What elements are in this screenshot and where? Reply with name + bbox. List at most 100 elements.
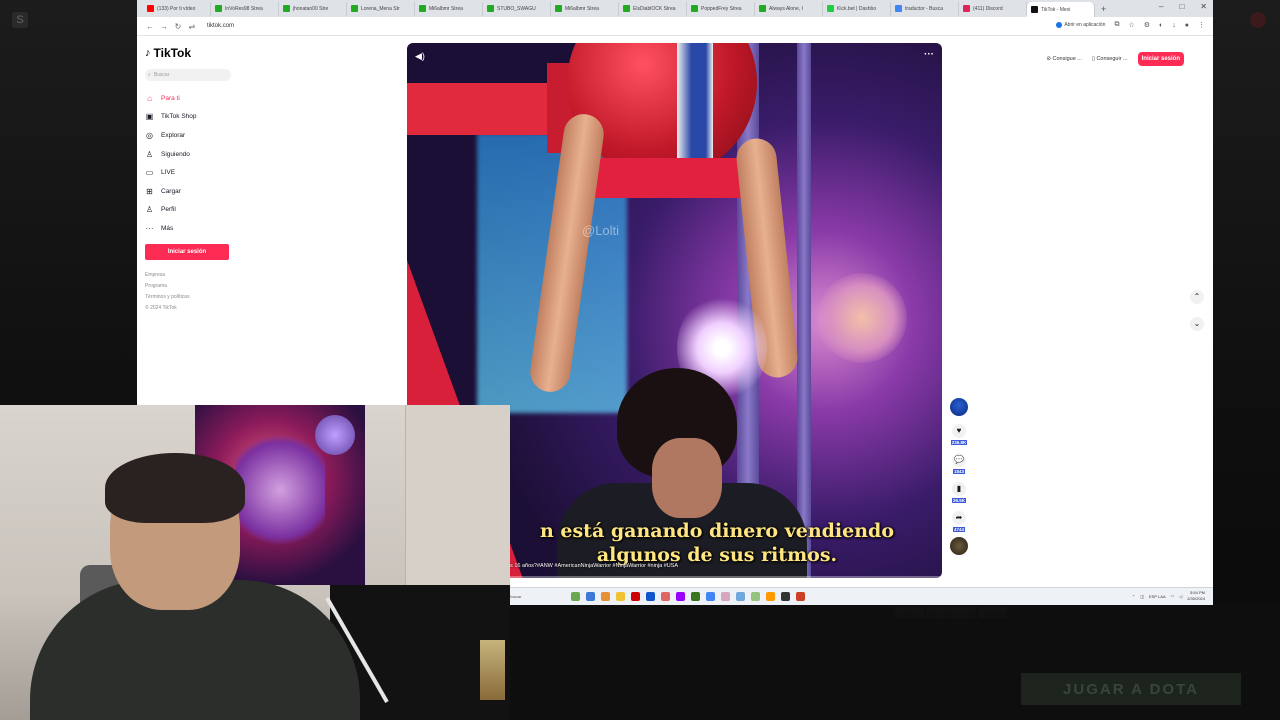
minimize-button[interactable]: – (1159, 2, 1163, 11)
bookmark-icon[interactable]: ▮ (952, 482, 966, 496)
footer-link-terms[interactable]: Términos y políticas (145, 292, 240, 303)
site-info-icon[interactable]: ⇌ (185, 22, 199, 31)
extensions-icon[interactable]: ⚙ (1144, 21, 1150, 29)
top-login-button[interactable]: Iniciar sesión (1137, 52, 1184, 66)
bookmark-star-icon[interactable]: ☆ (1128, 21, 1134, 29)
sync-icon[interactable]: ◐ (1159, 22, 1163, 29)
wifi-icon[interactable]: ◠ (1171, 594, 1175, 599)
top-actions: ⊘ Consigue ... ▯ Conseguir ... Iniciar s… (1046, 52, 1184, 66)
tiktok-logo[interactable]: ♪ TikTok (145, 46, 240, 60)
download-icon[interactable]: ↓ (1172, 22, 1176, 29)
taskbar-app-icon[interactable] (721, 592, 731, 601)
lang-indicator[interactable]: ESP LAA (1149, 594, 1166, 599)
browser-tab[interactable]: Kick.bet | Dashbo (823, 1, 891, 16)
new-tab-button[interactable]: + (1101, 4, 1106, 14)
browser-tab[interactable]: STUBO_SWAGU (483, 1, 551, 16)
taskbar-app-icon[interactable] (766, 592, 776, 601)
share-icon[interactable]: ➦ (952, 511, 966, 525)
browser-tab[interactable]: Mi6albmr Strea (415, 1, 483, 16)
sidebar-item-siguiendo[interactable]: ♙ Siguiendo (145, 145, 240, 164)
taskbar-app-icon[interactable] (601, 592, 611, 601)
taskbar-app-icon[interactable] (691, 592, 701, 601)
browser-menu-icon[interactable]: ⋮ (1198, 21, 1205, 29)
taskbar-search[interactable]: Buscar (509, 594, 521, 599)
volume-icon[interactable]: ◀) (415, 51, 425, 62)
heart-icon[interactable]: ♥ (952, 424, 966, 438)
browser-tab[interactable]: InVoRes98 Strea (211, 1, 279, 16)
taskbar-app-icon[interactable] (646, 592, 656, 601)
sidebar-item-explorar[interactable]: ◎ Explorar (145, 126, 240, 145)
play-dota-button[interactable]: JUGAR A DOTA (1021, 673, 1241, 705)
footer-link-company[interactable]: Empresa (145, 270, 240, 281)
more-icon: ··· (145, 223, 154, 233)
back-icon[interactable]: ← (143, 22, 157, 31)
taskbar-app-icon[interactable] (781, 592, 791, 601)
sidebar-item-label: Siguiendo (161, 150, 190, 158)
sidebar-item-tiktok-shop[interactable]: ▣ TikTok Shop (145, 108, 240, 127)
translate-icon[interactable]: ⧉ (1114, 21, 1119, 29)
home-icon: ⌂ (147, 93, 152, 103)
get-coins-button[interactable]: ⊘ Consigue ... (1046, 56, 1082, 62)
speaker-icon[interactable]: ◁ (1179, 594, 1182, 599)
overlay-icon (1250, 12, 1266, 28)
taskbar-app-icon[interactable] (751, 592, 761, 601)
browser-tab[interactable]: traductor - Busca (891, 1, 959, 16)
tab-label: traductor - Busca (905, 5, 944, 12)
network-icon[interactable]: ◫ (1140, 594, 1144, 599)
maximize-button[interactable]: □ (1179, 2, 1184, 11)
music-disc-icon[interactable] (950, 537, 968, 555)
browser-tab[interactable]: Mi6albmr Strea (551, 1, 619, 16)
more-options-icon[interactable]: ··· (924, 49, 934, 60)
taskbar-app-icon[interactable] (616, 592, 626, 601)
tab-label: Lorena_Mena Str (361, 5, 400, 12)
tab-favicon-icon (487, 5, 494, 12)
browser-tab[interactable]: jhonatan00 Stre (279, 1, 347, 16)
browser-tab[interactable]: ElsDiablOCK Strea (619, 1, 687, 16)
taskbar-app-icon[interactable] (736, 592, 746, 601)
taskbar-apps (571, 592, 806, 601)
chevron-down-icon[interactable]: ⌄ (1190, 317, 1204, 331)
clock[interactable]: 5:54 PM 2/30/2024 (1187, 590, 1205, 602)
sidebar-menu: ⌂ Para ti ▣ TikTok Shop ◎ Explorar ♙ Siguiendo ▭… (145, 89, 240, 238)
video-caption[interactable]: as 16 años?#ANW #AmericanNinjaWarrior #N… (507, 563, 678, 569)
taskbar-app-icon[interactable] (571, 592, 581, 601)
footer-link-program[interactable]: Programa (145, 281, 240, 292)
browser-tab[interactable]: PoppedFrey Strea (687, 1, 755, 16)
install-app-label: Abrir en aplicación (1064, 22, 1106, 28)
taskbar-app-icon[interactable] (631, 592, 641, 601)
profile-avatar-icon[interactable]: ● (1185, 22, 1189, 29)
tab-favicon-icon (555, 5, 562, 12)
sidebar-item-live[interactable]: ▭ LIVE (145, 163, 240, 182)
creator-avatar[interactable] (950, 398, 968, 416)
taskbar-app-icon[interactable] (676, 592, 686, 601)
browser-tab[interactable]: Lorena_Mena Str (347, 1, 415, 16)
taskbar-app-icon[interactable] (661, 592, 671, 601)
tab-label: PoppedFrey Strea (701, 5, 742, 12)
install-app-button[interactable]: Abrir en aplicación (1056, 22, 1105, 28)
sidebar-item-para-ti[interactable]: ⌂ Para ti (145, 89, 240, 108)
athlete-face (652, 438, 722, 518)
sidebar-item-m-s[interactable]: ··· Más (145, 219, 240, 238)
chevron-up-icon[interactable]: ⌃ (1190, 290, 1204, 304)
taskbar-app-icon[interactable] (706, 592, 716, 601)
close-button[interactable]: ✕ (1200, 2, 1207, 11)
get-app-button[interactable]: ▯ Conseguir ... (1092, 56, 1128, 62)
comment-icon[interactable]: 💬 (952, 453, 966, 467)
url-field[interactable]: tiktok.com (207, 23, 234, 29)
sidebar-item-cargar[interactable]: ⊞ Cargar (145, 182, 240, 201)
browser-tab[interactable]: (411) Discord (959, 1, 1027, 16)
sidebar-item-label: Perfil (161, 206, 176, 214)
tray-chevron-icon[interactable]: ⌃ (1132, 594, 1135, 599)
search-input[interactable]: ⌕ Buscar (145, 69, 231, 81)
share-count: 4744 (952, 527, 965, 532)
browser-tab[interactable]: Always Alone, I (755, 1, 823, 16)
browser-tab[interactable]: (133) Por ti vídeo (143, 1, 211, 16)
get-app-label: Conseguir ... (1096, 56, 1128, 62)
sidebar-login-button[interactable]: Iniciar sesión (145, 243, 229, 260)
taskbar-app-icon[interactable] (796, 592, 806, 601)
forward-icon[interactable]: → (157, 22, 171, 31)
taskbar-app-icon[interactable] (586, 592, 596, 601)
browser-tab[interactable]: TikTok - Mexi (1027, 2, 1095, 17)
reload-icon[interactable]: ↻ (171, 22, 185, 31)
sidebar-item-perfil[interactable]: ♙ Perfil (145, 201, 240, 220)
